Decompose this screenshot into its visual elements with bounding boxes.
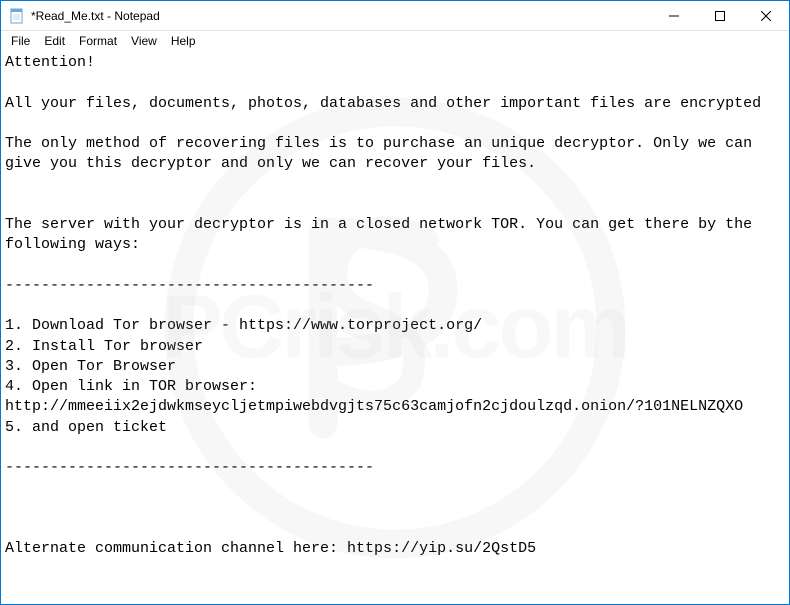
text-editor[interactable] xyxy=(1,51,789,604)
titlebar: *Read_Me.txt - Notepad xyxy=(1,1,789,31)
window-controls xyxy=(651,1,789,30)
notepad-window: *Read_Me.txt - Notepad File Edit Format … xyxy=(0,0,790,605)
close-button[interactable] xyxy=(743,1,789,30)
minimize-button[interactable] xyxy=(651,1,697,30)
menu-edit[interactable]: Edit xyxy=(38,33,71,49)
titlebar-left: *Read_Me.txt - Notepad xyxy=(1,8,160,24)
menubar: File Edit Format View Help xyxy=(1,31,789,51)
menu-format[interactable]: Format xyxy=(73,33,123,49)
notepad-icon xyxy=(9,8,25,24)
menu-file[interactable]: File xyxy=(5,33,36,49)
window-title: *Read_Me.txt - Notepad xyxy=(31,9,160,23)
content-area: PCrisk.com xyxy=(1,51,789,604)
maximize-icon xyxy=(715,11,725,21)
menu-view[interactable]: View xyxy=(125,33,163,49)
close-icon xyxy=(761,11,771,21)
minimize-icon xyxy=(669,11,679,21)
menu-help[interactable]: Help xyxy=(165,33,202,49)
maximize-button[interactable] xyxy=(697,1,743,30)
